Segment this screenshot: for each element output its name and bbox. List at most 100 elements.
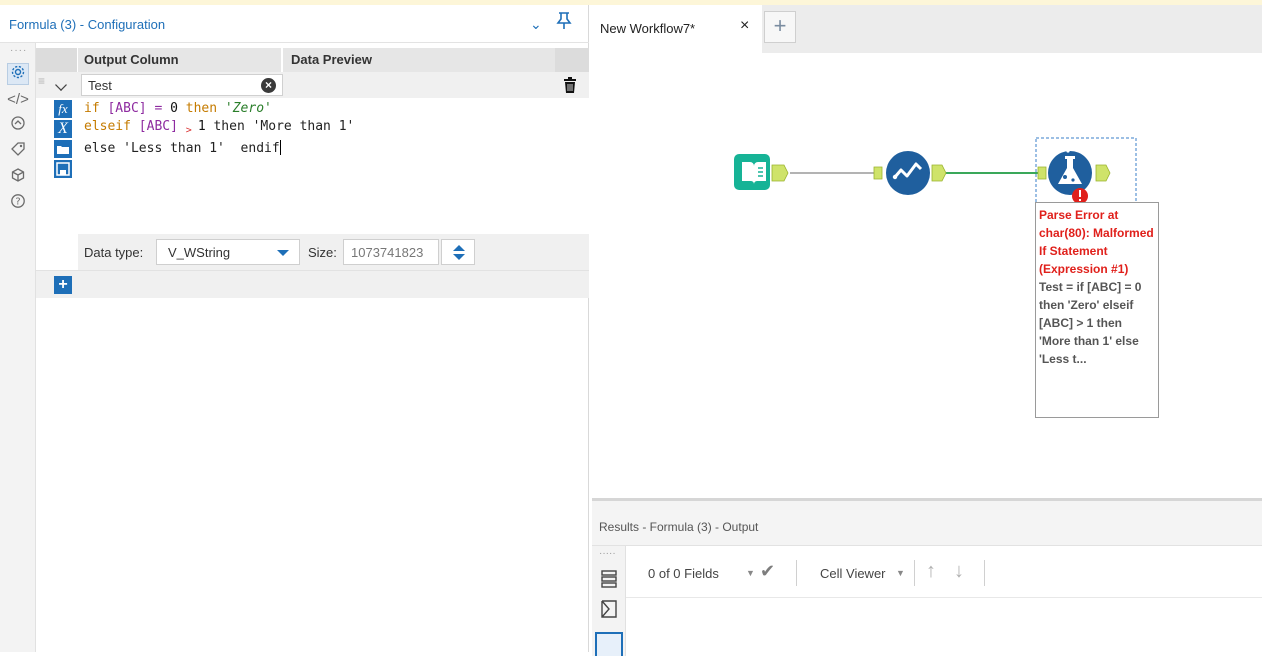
input-anchor (1037, 166, 1047, 180)
formula-row: ≡ × (36, 72, 589, 98)
error-body: Test = if [ABC] = 0 then 'Zero' elseif [… (1039, 280, 1142, 366)
kw-endif: endif (224, 141, 280, 156)
svg-text:?: ? (15, 197, 20, 208)
fields-dropdown-icon[interactable]: ▼ (746, 568, 755, 578)
add-formula-button[interactable]: + (54, 276, 72, 294)
dots-circle-icon[interactable] (7, 115, 29, 137)
field-ref: [ABC] (107, 101, 147, 116)
field-ref: [ABC] (130, 119, 186, 134)
data-view-icon[interactable] (595, 632, 623, 656)
kw-then: then (205, 119, 253, 134)
str: 'More than 1' (252, 119, 355, 134)
config-header: Formula (3) - Configuration ⌄ (0, 5, 589, 43)
cell-viewer-label[interactable]: Cell Viewer (820, 566, 886, 581)
header-blank (36, 48, 78, 72)
header-end (555, 48, 589, 72)
arrow-up-icon[interactable]: ↑ (926, 560, 936, 583)
results-side-rail: ····· (592, 546, 626, 656)
tab-new-workflow[interactable]: New Workflow7* × (592, 5, 762, 53)
editor-toolbar: fx X (52, 98, 74, 234)
summary-sigma-icon[interactable] (599, 598, 619, 620)
rail-grip-icon: ····· (599, 548, 616, 559)
tab-label: New Workflow7* (600, 21, 696, 36)
workflow-diagram (734, 137, 1137, 211)
gear-icon[interactable] (7, 63, 29, 85)
cube-icon[interactable] (7, 167, 29, 189)
size-spinner[interactable] (441, 239, 475, 265)
results-body: ····· 0 of 0 Fields ▼ ✔ Cell Viewer ▼ ↑ … (592, 545, 1262, 656)
size-label: Size: (308, 245, 337, 260)
expression-editor[interactable]: fx X if [ABC] = 0 then 'Zero' elseif [AB… (36, 98, 589, 234)
collapse-chevron-icon[interactable]: ⌄ (530, 16, 542, 33)
rail-grip-icon: ···· (10, 45, 28, 56)
formula-grid: Output Column Data Preview ≡ × fx X (36, 48, 589, 298)
dropdown-arrow-icon (277, 250, 289, 256)
fields-count-label[interactable]: 0 of 0 Fields (648, 566, 719, 581)
new-tab-button[interactable]: + (764, 11, 796, 43)
output-column-label: Output Column (84, 52, 179, 67)
str: 'Less than 1' (123, 141, 225, 156)
output-anchor (931, 164, 947, 182)
row-expand-chevron-icon[interactable] (55, 79, 67, 91)
data-preview-header[interactable]: Data Preview (283, 48, 555, 72)
str: 'Zero' (224, 101, 272, 116)
add-row-band: + (36, 270, 589, 298)
data-type-select[interactable]: V_WString (156, 239, 300, 265)
output-anchor (1095, 164, 1111, 182)
close-icon[interactable]: × (740, 17, 749, 35)
data-type-band: Data type: V_WString Size: (78, 234, 589, 270)
data-preview-label: Data Preview (291, 52, 372, 67)
help-icon[interactable]: ? (7, 193, 29, 215)
arrow-down-icon[interactable]: ↓ (954, 560, 964, 583)
op: = (146, 101, 171, 116)
drag-handle-icon[interactable]: ≡ (38, 75, 49, 87)
workflow-canvas[interactable] (592, 53, 1262, 493)
pin-icon[interactable] (556, 12, 572, 35)
toolbar-separator (796, 560, 797, 586)
expression-code[interactable]: if [ABC] = 0 then 'Zero' elseif [ABC] > … (84, 100, 354, 158)
kw-then: then (177, 101, 225, 116)
data-type-value: V_WString (168, 245, 231, 260)
input-book-icon[interactable] (734, 154, 770, 190)
output-column-header[interactable]: Output Column (78, 48, 283, 72)
results-title: Results - Formula (3) - Output (599, 520, 759, 534)
kw-else: else (84, 141, 124, 156)
grid-column-header: Output Column Data Preview (36, 48, 589, 72)
function-icon[interactable]: fx (54, 100, 72, 118)
num: 1 (197, 119, 206, 134)
save-icon[interactable] (54, 160, 72, 178)
kw-elseif: elseif (84, 119, 131, 134)
parse-error-tooltip: Parse Error at char(80): Malformed If St… (1035, 202, 1159, 418)
kw-if: if (84, 101, 100, 116)
config-side-rail: ···· </> ? (0, 43, 36, 652)
workflow-area: New Workflow7* × + Results - Formula (3)… (592, 5, 1262, 656)
results-panel: Results - Formula (3) - Output ····· 0 o… (592, 498, 1262, 656)
workflow-tabbar: New Workflow7* × + (592, 5, 1262, 53)
results-toolbar: 0 of 0 Fields ▼ ✔ Cell Viewer ▼ ↑ ↓ (626, 546, 1262, 598)
list-view-icon[interactable] (599, 568, 619, 590)
error-title: Parse Error at char(80): Malformed If St… (1039, 208, 1154, 276)
variable-icon[interactable]: X (54, 120, 72, 138)
spin-up-icon[interactable] (453, 245, 465, 251)
clear-icon[interactable]: × (261, 78, 276, 93)
trash-icon[interactable] (563, 77, 577, 93)
num: 0 (170, 101, 178, 116)
toolbar-separator (914, 560, 915, 586)
toolbar-separator (984, 560, 985, 586)
spin-down-icon[interactable] (453, 254, 465, 260)
output-anchor (771, 164, 789, 182)
formula-flask-icon[interactable] (1048, 146, 1092, 195)
text-caret (279, 140, 281, 155)
folder-icon[interactable] (54, 140, 72, 158)
check-icon[interactable]: ✔ (760, 561, 775, 582)
config-title: Formula (3) - Configuration (9, 17, 166, 32)
viewer-dropdown-icon[interactable]: ▼ (896, 568, 905, 578)
data-type-label: Data type: (84, 245, 144, 260)
error-op: > (185, 125, 198, 136)
tag-icon[interactable] (7, 141, 29, 163)
output-column-name-input[interactable] (81, 74, 283, 96)
input-anchor (873, 166, 883, 180)
check-flow-icon[interactable] (886, 151, 930, 195)
size-input[interactable] (343, 239, 439, 265)
code-icon[interactable]: </> (7, 89, 29, 111)
